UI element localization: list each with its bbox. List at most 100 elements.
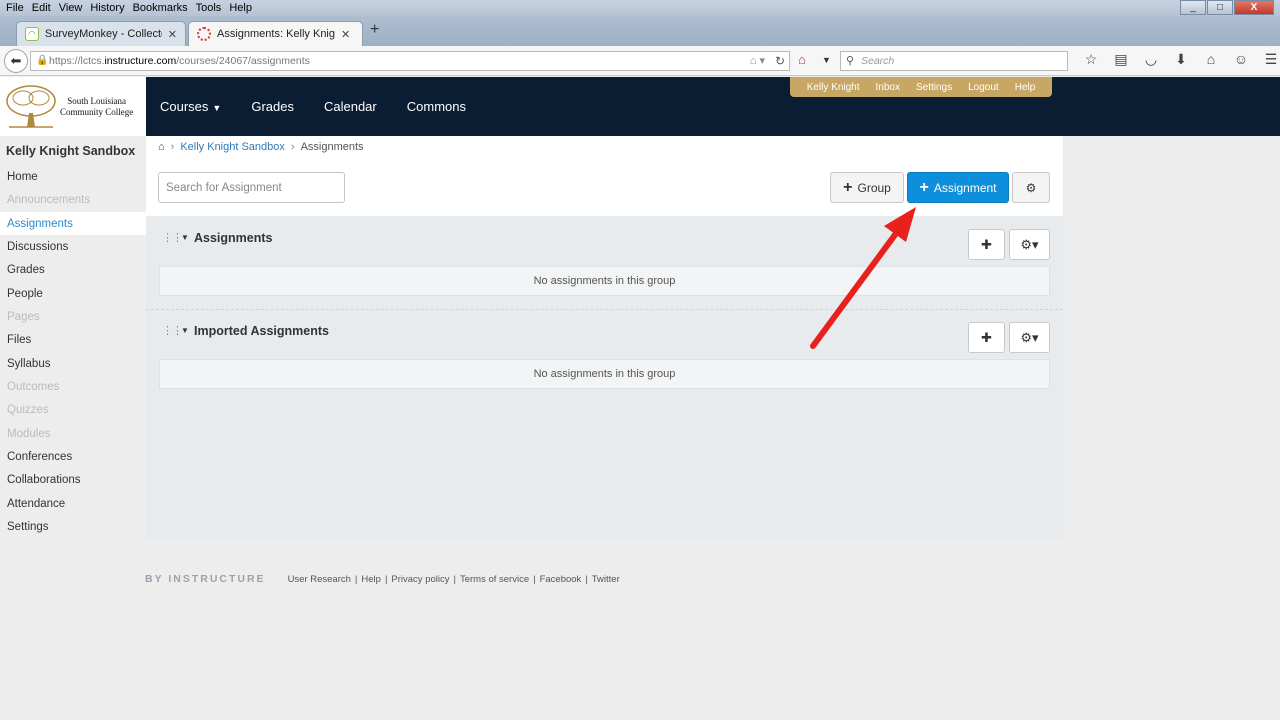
toolbar-icons: ☆ ▤ ◡ ⬇ ⌂ ☺ ☰ (1076, 51, 1280, 68)
reading-list-icon[interactable]: ▤ (1106, 51, 1136, 68)
course-nav-modules[interactable]: Modules (0, 422, 146, 445)
page-footer: BY INSTRUCTURE User Research | Help | Priv… (145, 573, 620, 585)
collapse-toggle-icon[interactable]: ▼ (181, 326, 189, 335)
global-nav-commons[interactable]: Commons (407, 99, 466, 114)
global-nav-grades[interactable]: Grades (251, 99, 294, 114)
college-logo[interactable]: South Louisiana Community College (0, 77, 146, 136)
surveymonkey-icon: ◠ (25, 27, 39, 41)
footer-separator: | (533, 573, 536, 585)
chevron-down-icon[interactable]: ▼ (822, 55, 831, 65)
global-nav-courses[interactable]: Courses ▼ (160, 99, 221, 114)
plus-icon: + (919, 178, 929, 196)
course-nav-assignments[interactable]: Assignments (0, 212, 146, 235)
add-assignment-to-group-button[interactable]: ✚ (968, 229, 1005, 260)
add-group-label: Group (857, 180, 891, 195)
menu-file[interactable]: File (6, 2, 24, 14)
tab-title: Assignments: Kelly Knight ... (217, 28, 335, 40)
home-icon[interactable]: ⌂ (1196, 51, 1226, 68)
user-nav-profile[interactable]: Kelly Knight (807, 82, 860, 93)
drag-handle-icon[interactable]: ⋮⋮ (162, 324, 183, 337)
browser-search-input[interactable]: ⚲ Search (840, 51, 1068, 71)
course-nav-collaborations[interactable]: Collaborations (0, 468, 146, 491)
search-assignment-input[interactable] (158, 172, 345, 203)
course-nav-settings[interactable]: Settings (0, 515, 146, 538)
user-nav-logout[interactable]: Logout (968, 82, 999, 93)
instructure-brand[interactable]: BY INSTRUCTURE (145, 573, 266, 585)
browser-navbar: ⬅ 🔒 https://lctcs. instructure.com/course… (0, 46, 1280, 76)
footer-separator: | (384, 573, 388, 585)
group-settings-button[interactable]: ⚙▾ (1009, 229, 1050, 260)
add-assignment-button[interactable]: + Assignment (907, 172, 1009, 203)
course-nav-pages[interactable]: Pages (0, 305, 146, 328)
chevron-right-icon: › (290, 141, 295, 153)
global-nav-calendar[interactable]: Calendar (324, 99, 377, 114)
footer-link-privacy[interactable]: Privacy policy (391, 574, 449, 585)
reload-icon[interactable]: ↻ (775, 54, 785, 68)
course-nav-discussions[interactable]: Discussions (0, 235, 146, 258)
tab-assignments[interactable]: Assignments: Kelly Knight ... ✕ (188, 21, 363, 46)
menu-help[interactable]: Help (229, 2, 252, 14)
course-nav-announcements[interactable]: Announcements (0, 188, 146, 211)
window-controls: _ □ X (1179, 0, 1274, 15)
course-nav-grades[interactable]: Grades (0, 258, 146, 281)
bookmark-star-icon[interactable]: ☆ (1076, 51, 1106, 68)
close-window-button[interactable]: X (1234, 0, 1274, 15)
course-nav-files[interactable]: Files (0, 328, 146, 351)
tab-title: SurveyMonkey - Collector ... (44, 28, 162, 40)
user-nav-settings[interactable]: Settings (916, 82, 952, 93)
footer-link-terms[interactable]: Terms of service (460, 574, 529, 585)
page-actions-icon[interactable]: ⌂ ▾ (750, 54, 765, 67)
homepage-addon-icon[interactable]: ⌂ (798, 52, 806, 67)
menu-bookmarks[interactable]: Bookmarks (133, 2, 188, 14)
pocket-icon[interactable]: ◡ (1136, 51, 1166, 68)
drag-handle-icon[interactable]: ⋮⋮ (162, 231, 183, 244)
collapse-toggle-icon[interactable]: ▼ (181, 233, 189, 242)
footer-link-user-research[interactable]: User Research (288, 574, 351, 585)
footer-link-facebook[interactable]: Facebook (540, 574, 582, 585)
course-nav-people[interactable]: People (0, 282, 146, 305)
download-icon[interactable]: ⬇ (1166, 51, 1196, 68)
course-nav-conferences[interactable]: Conferences (0, 445, 146, 468)
course-nav-quizzes[interactable]: Quizzes (0, 398, 146, 421)
menu-edit[interactable]: Edit (32, 2, 51, 14)
menu-history[interactable]: History (90, 2, 124, 14)
menu-view[interactable]: View (59, 2, 83, 14)
global-nav: Courses ▼ Grades Calendar Commons (160, 77, 496, 136)
add-assignment-to-group-button[interactable]: ✚ (968, 322, 1005, 353)
footer-link-help[interactable]: Help (361, 574, 381, 585)
assignment-group-header: ⋮⋮ ▼ Assignments ✚ ⚙▾ (159, 221, 1050, 261)
global-header: South Louisiana Community College Course… (0, 77, 1280, 136)
course-nav-home[interactable]: Home (0, 165, 146, 188)
close-tab-icon[interactable]: ✕ (168, 28, 177, 41)
restore-button[interactable]: □ (1207, 0, 1233, 15)
gear-icon: ⚙▾ (1020, 236, 1039, 252)
course-nav-attendance[interactable]: Attendance (0, 492, 146, 515)
menu-tools[interactable]: Tools (196, 2, 222, 14)
url-prefix: https://lctcs. (49, 55, 105, 67)
course-nav-outcomes[interactable]: Outcomes (0, 375, 146, 398)
course-title[interactable]: Kelly Knight Sandbox (6, 144, 135, 158)
new-tab-button[interactable]: + (370, 21, 379, 39)
minimize-button[interactable]: _ (1180, 0, 1206, 15)
back-arrow-icon: ⬅ (10, 53, 22, 68)
back-button[interactable]: ⬅ (4, 49, 28, 73)
tab-surveymonkey[interactable]: ◠ SurveyMonkey - Collector ... ✕ (16, 21, 186, 46)
canvas-icon (197, 27, 211, 41)
chat-icon[interactable]: ☺ (1226, 51, 1256, 68)
assignment-group-name[interactable]: Imported Assignments (194, 324, 329, 338)
footer-separator: | (354, 573, 358, 585)
user-nav-help[interactable]: Help (1015, 82, 1036, 93)
add-group-button[interactable]: + Group (830, 172, 904, 203)
user-nav-inbox[interactable]: Inbox (876, 82, 900, 93)
footer-link-twitter[interactable]: Twitter (592, 574, 620, 585)
hamburger-menu-icon[interactable]: ☰ (1256, 51, 1280, 68)
home-icon[interactable]: ⌂ (158, 141, 165, 153)
close-tab-icon[interactable]: ✕ (341, 28, 350, 41)
breadcrumb-course-link[interactable]: Kelly Knight Sandbox (180, 141, 285, 153)
logo-line2: Community College (60, 106, 134, 117)
settings-button[interactable]: ⚙ (1012, 172, 1050, 203)
group-settings-button[interactable]: ⚙▾ (1009, 322, 1050, 353)
url-bar[interactable]: 🔒 https://lctcs. instructure.com/courses/… (30, 51, 790, 71)
assignment-group-name[interactable]: Assignments (194, 231, 273, 245)
course-nav-syllabus[interactable]: Syllabus (0, 352, 146, 375)
